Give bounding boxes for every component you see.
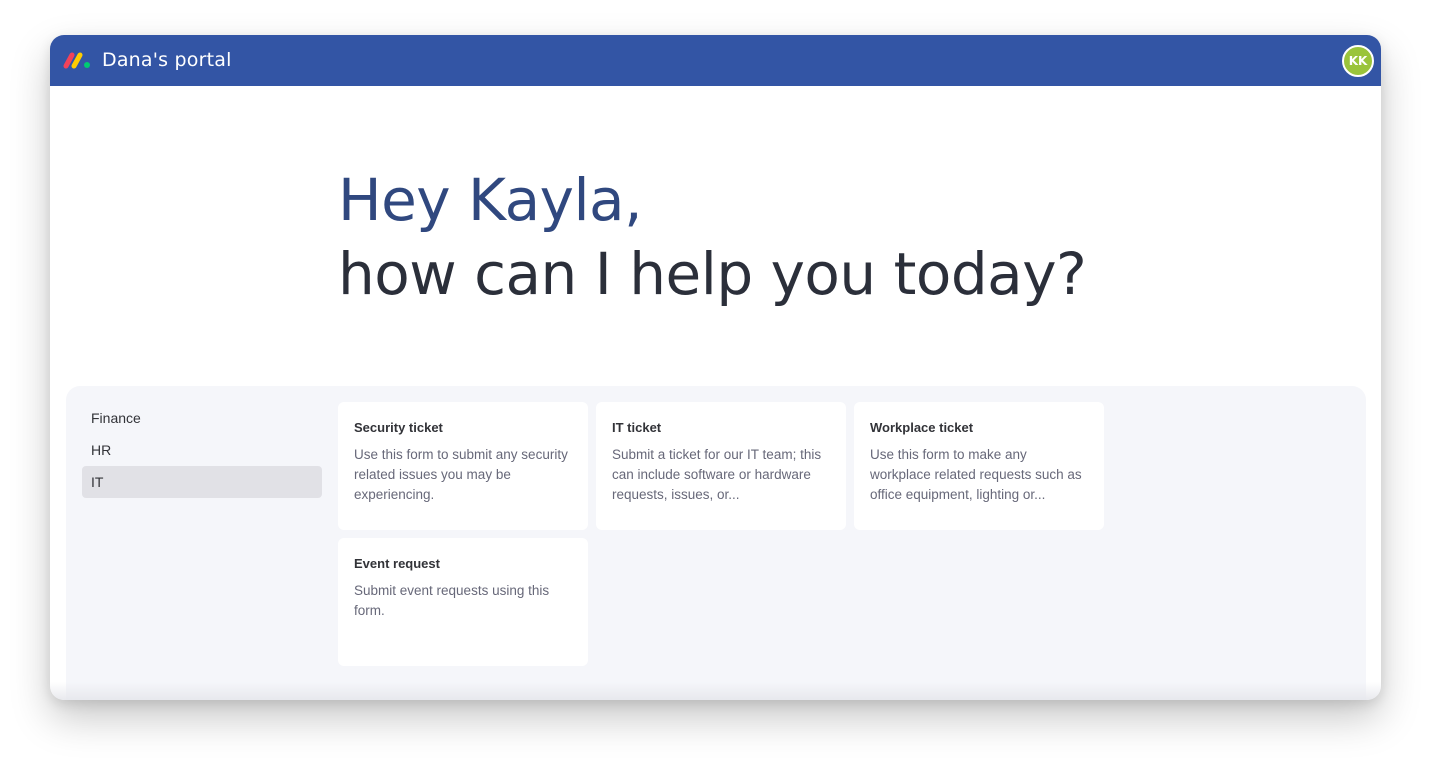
greeting-text: Hey Kayla, [338, 166, 643, 234]
card-description: Submit event requests using this form. [354, 583, 550, 618]
card-title: Event request [354, 556, 440, 571]
portal-window: Dana's portal KK Hey Kayla, how can I he… [50, 35, 1381, 700]
forms-panel: Finance HR IT Security ticket Use this f… [66, 386, 1366, 700]
avatar[interactable]: KK [1342, 45, 1374, 77]
card-workplace-ticket[interactable]: Workplace ticket Use this form to make a… [854, 402, 1104, 530]
category-nav: Finance HR IT [82, 402, 322, 498]
nav-item-label: IT [91, 474, 104, 490]
card-title: Security ticket [354, 420, 443, 435]
card-description: Submit a ticket for our IT team; this ca… [612, 447, 822, 502]
nav-item-it[interactable]: IT [82, 466, 322, 498]
bottom-fade [50, 682, 1381, 700]
nav-item-finance[interactable]: Finance [82, 402, 322, 434]
card-security-ticket[interactable]: Security ticket Use this form to submit … [338, 402, 588, 530]
top-bar: Dana's portal KK [50, 35, 1381, 86]
portal-title: Dana's portal [102, 49, 232, 71]
nav-item-label: HR [91, 442, 112, 458]
monday-logo-icon[interactable] [62, 51, 92, 69]
card-description: Use this form to submit any security rel… [354, 447, 568, 502]
nav-item-hr[interactable]: HR [82, 434, 322, 466]
hero-heading: Hey Kayla, how can I help you today? [338, 163, 1087, 311]
card-description: Use this form to make any workplace rela… [870, 447, 1082, 502]
question-text: how can I help you today? [338, 240, 1087, 308]
card-it-ticket[interactable]: IT ticket Submit a ticket for our IT tea… [596, 402, 846, 530]
card-title: IT ticket [612, 420, 662, 435]
card-event-request[interactable]: Event request Submit event requests usin… [338, 538, 588, 666]
nav-item-label: Finance [91, 410, 141, 426]
card-title: Workplace ticket [870, 420, 974, 435]
